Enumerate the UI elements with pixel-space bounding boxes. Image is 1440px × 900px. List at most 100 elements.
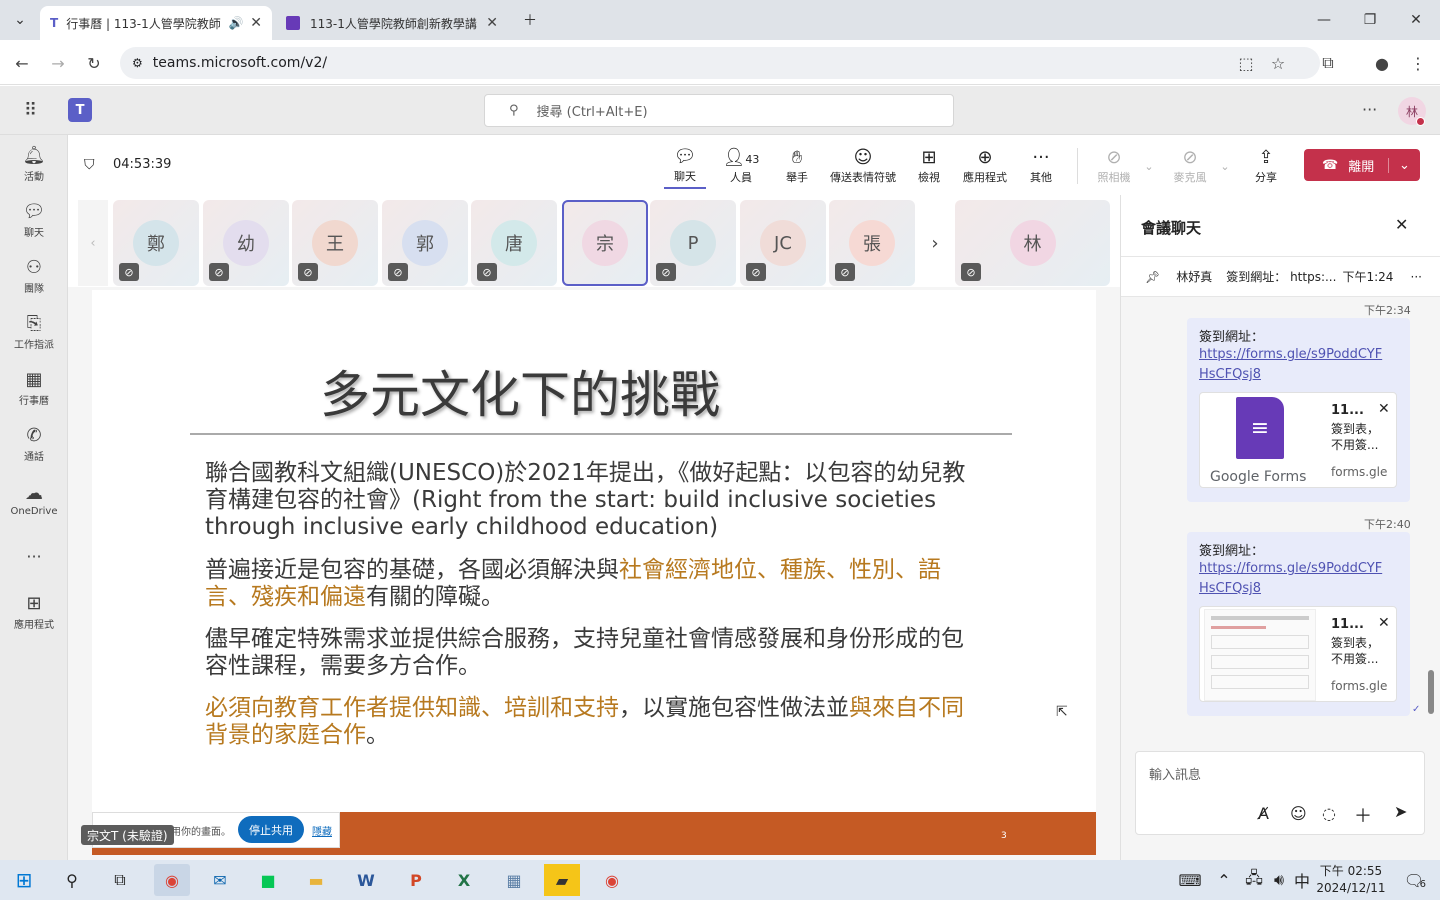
rail-item-chat[interactable]: 💬︎ 聊天 — [0, 192, 68, 248]
participant-tile[interactable]: P ⊘ — [650, 200, 736, 286]
chat-scrollbar[interactable] — [1428, 670, 1434, 714]
loop-icon[interactable]: ◌ — [1322, 804, 1336, 823]
strip-prev-icon[interactable]: ‹ — [78, 200, 108, 286]
url-input[interactable]: ⚙ teams.microsoft.com/v2/ — [120, 47, 1320, 79]
notifications-icon[interactable]: 🗨︎ 6 — [1396, 864, 1432, 896]
participant-tile[interactable]: 幼 ⊘ — [203, 200, 289, 286]
install-app-icon[interactable]: ⬚ — [1234, 52, 1258, 74]
react-button[interactable]: ☺ 傳送表情符號 — [826, 143, 900, 189]
hide-link[interactable]: 隱藏 — [312, 823, 332, 838]
link-preview-card[interactable]: ≡ Google Forms 11... ✕ 簽到表，不用簽... forms.… — [1199, 392, 1397, 488]
rail-item-onedrive[interactable]: ☁ OneDrive — [0, 472, 68, 528]
chat-button[interactable]: 💬︎ 聊天 — [664, 143, 706, 189]
attach-plus-icon[interactable]: ＋ — [1354, 802, 1372, 828]
participant-tile[interactable]: JC ⊘ — [740, 200, 826, 286]
card-close-icon[interactable]: ✕ — [1378, 615, 1390, 631]
chrome-profile-icon[interactable]: ◉ — [594, 864, 630, 896]
profile-icon[interactable]: ● — [1370, 52, 1394, 74]
maximize-icon[interactable]: ❐ — [1358, 8, 1382, 32]
rail-more-icon[interactable]: ··· — [0, 528, 68, 584]
bookmark-star-icon[interactable]: ☆ — [1266, 52, 1290, 74]
participant-tile[interactable]: 宗 — [562, 200, 648, 286]
camera-options-chevron-icon[interactable]: ⌄ — [1140, 143, 1158, 189]
volume-icon[interactable]: 🔊︎ — [1266, 864, 1292, 896]
emoji-icon[interactable]: ☺ — [1290, 804, 1307, 823]
participant-tile[interactable]: 張 ⊘ — [829, 200, 915, 286]
tab-search-icon[interactable]: ⌄ — [8, 8, 32, 32]
forward-icon[interactable]: → — [46, 52, 70, 74]
app-launcher-icon[interactable]: ⠿ — [24, 100, 37, 121]
card-description: 簽到表，不用簽... — [1331, 636, 1380, 666]
camera-button[interactable]: ⊘ 照相機 — [1090, 143, 1138, 189]
file-explorer-icon[interactable]: ▬ — [298, 864, 334, 896]
tray-chevron-icon[interactable]: ⌃ — [1214, 864, 1234, 896]
rail-item-teams[interactable]: ⚇ 團隊 — [0, 248, 68, 304]
message-link[interactable]: https://forms.gle/s9PoddCYFHsCFQsj8 — [1187, 559, 1401, 599]
back-icon[interactable]: ← — [10, 52, 34, 74]
browser-tab-forms[interactable]: 113-1人管學院教師創新教學講 ✕ — [276, 6, 508, 40]
extensions-icon[interactable]: ⧉ — [1316, 52, 1340, 74]
more-button[interactable]: ··· 其他 — [1020, 143, 1062, 189]
browser-tab-calendar[interactable]: T 行事曆 | 113-1人管學院教師 🔊 ✕ — [40, 6, 272, 40]
participant-tile[interactable]: 鄭 ⊘ — [113, 200, 199, 286]
share-button[interactable]: ⇪ 分享 — [1244, 143, 1288, 189]
powerpoint-icon[interactable]: P — [398, 864, 434, 896]
ime-indicator[interactable]: 中 — [1290, 864, 1314, 896]
rail-item-calendar[interactable]: ▦ 行事曆 — [0, 360, 68, 416]
rail-item-calls[interactable]: ✆ 通話 — [0, 416, 68, 472]
chrome-icon[interactable]: ◉ — [154, 864, 190, 896]
apps-button[interactable]: ⊕ 應用程式 — [958, 143, 1012, 189]
close-tab-icon[interactable]: ✕ — [486, 15, 498, 31]
site-info-icon[interactable]: ⚙ — [132, 56, 143, 70]
chat-header: 會議聊天 ✕ — [1121, 195, 1440, 257]
mic-button[interactable]: ⊘ 麥克風 — [1166, 143, 1214, 189]
participant-tile[interactable]: 林 ⊘ — [955, 200, 1110, 286]
message-link[interactable]: https://forms.gle/s9PoddCYFHsCFQsj8 — [1187, 345, 1401, 385]
leave-button[interactable]: ☎ 離開 ⌄ — [1304, 149, 1420, 181]
word-icon[interactable]: W — [348, 864, 384, 896]
reload-icon[interactable]: ↻ — [82, 52, 106, 74]
task-view-icon[interactable]: ⧉ — [102, 864, 138, 896]
mic-options-chevron-icon[interactable]: ⌄ — [1216, 143, 1234, 189]
tab-title: 行事曆 | 113-1人管學院教師 — [66, 16, 221, 31]
format-icon[interactable]: A̸ — [1258, 804, 1269, 823]
participant-tile[interactable]: 王 ⊘ — [292, 200, 378, 286]
calculator-icon[interactable]: ▦ — [496, 864, 532, 896]
clock[interactable]: 下午 02:55 2024/12/11 — [1316, 863, 1386, 897]
participant-tile[interactable]: 郭 ⊘ — [382, 200, 468, 286]
outlook-icon[interactable]: ✉ — [202, 864, 238, 896]
rail-item-apps[interactable]: ⊞ 應用程式 — [0, 584, 68, 640]
search-input[interactable]: ⚲ 搜尋 (Ctrl+Alt+E) — [484, 94, 954, 127]
network-icon[interactable]: 🖧︎ — [1240, 864, 1268, 896]
stop-sharing-button[interactable]: 停止共用 — [238, 816, 304, 843]
people-button[interactable]: 👤︎43 人員 — [716, 143, 766, 189]
chat-composer[interactable]: 輸入訊息 A̸ ☺ ◌ ＋ ➤ — [1135, 751, 1425, 835]
raise-hand-button[interactable]: ✋︎ 舉手 — [776, 143, 818, 189]
link-preview-card[interactable]: 11... ✕ 簽到表，不用簽... forms.gle — [1199, 606, 1397, 702]
strip-next-icon[interactable]: › — [920, 200, 950, 286]
more-options-icon[interactable]: ··· — [1362, 100, 1377, 119]
new-tab-icon[interactable]: ＋ — [518, 8, 542, 32]
participant-tile[interactable]: 唐 ⊘ — [471, 200, 557, 286]
line-icon[interactable]: ■ — [250, 864, 286, 896]
pinned-more-icon[interactable]: ··· — [1411, 270, 1422, 284]
browser-menu-icon[interactable]: ⋮ — [1406, 52, 1430, 74]
close-tab-icon[interactable]: ✕ — [250, 15, 262, 31]
minimize-icon[interactable]: — — [1312, 8, 1336, 32]
view-button[interactable]: ⊞ 檢視 — [908, 143, 950, 189]
pinned-message[interactable]: 📌︎ 林妤真 簽到網址： https:... 下午1:24 ··· — [1121, 257, 1440, 297]
windows-start-icon[interactable]: ⊞ — [6, 864, 42, 896]
card-close-icon[interactable]: ✕ — [1378, 401, 1390, 417]
close-window-icon[interactable]: ✕ — [1404, 8, 1428, 32]
keyboard-icon[interactable]: ⌨ — [1172, 864, 1208, 896]
pinned-sender: 林妤真 — [1176, 270, 1213, 284]
rail-item-activity[interactable]: 🔔︎ 活動 — [0, 136, 68, 192]
speaker-icon: 🔊 — [228, 16, 244, 30]
search-icon[interactable]: ⚲ — [54, 864, 90, 896]
sticky-notes-icon[interactable]: ▰ — [544, 864, 580, 896]
excel-icon[interactable]: X — [446, 864, 482, 896]
leave-options-chevron-icon[interactable]: ⌄ — [1388, 157, 1420, 173]
send-icon[interactable]: ➤ — [1394, 802, 1407, 821]
close-chat-icon[interactable]: ✕ — [1395, 215, 1408, 234]
rail-item-assignments[interactable]: ⎘ 工作指派 — [0, 304, 68, 360]
